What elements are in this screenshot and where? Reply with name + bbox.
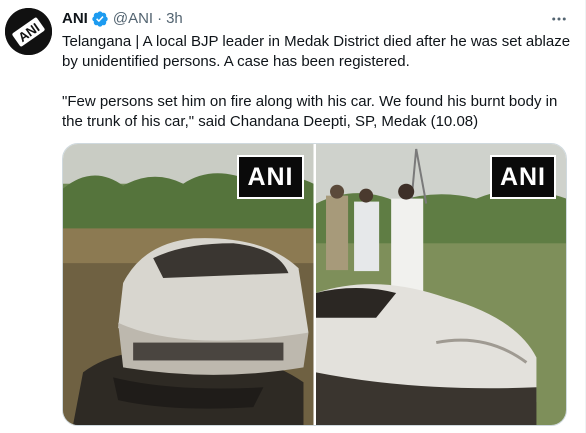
display-name[interactable]: ANI [62, 9, 88, 29]
photo-burnt-car-front[interactable]: ANI [63, 144, 314, 425]
tweet-paragraph-1: Telangana | A local BJP leader in Medak … [62, 33, 571, 70]
ani-logo-icon: ANI [5, 8, 52, 55]
verified-badge-icon [91, 10, 109, 28]
tweet-card[interactable]: ANI ANI @ANI · 3h Telangana | A local BJ… [0, 0, 586, 433]
separator-dot: · [157, 10, 163, 27]
photo-burnt-car-officials[interactable]: ANI [315, 144, 566, 425]
ani-watermark: ANI [237, 155, 304, 199]
avatar[interactable]: ANI [5, 8, 52, 55]
media-grid: ANI ANI [62, 143, 567, 426]
ani-watermark: ANI [489, 155, 556, 199]
tweet-text: Telangana | A local BJP leader in Medak … [62, 32, 574, 132]
tweet-header: ANI @ANI · 3h [62, 9, 183, 29]
user-handle[interactable]: @ANI [113, 9, 153, 29]
more-options-icon[interactable] [548, 8, 570, 30]
timestamp[interactable]: 3h [166, 9, 183, 29]
tweet-paragraph-2: "Few persons set him on fire along with … [62, 93, 558, 130]
